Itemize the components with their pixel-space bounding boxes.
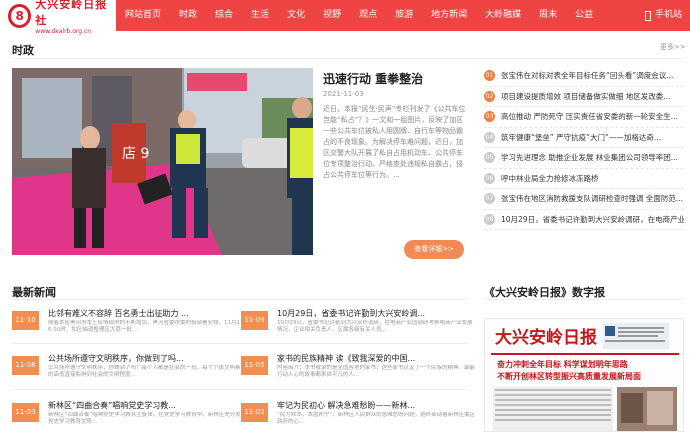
list-item-title: 筑牢健康“堡垒” 严守抗疫“大门”——加格达奇... [501,132,662,142]
date-badge: 11-08 [12,356,39,375]
feature-date: 2021-11-03 [323,90,364,98]
site-logo[interactable]: 8 大兴安岭日报社 www.dxalrb.org.cn [0,0,116,35]
date-badge: 11-02 [241,403,268,422]
list-item-title: 高位推动 严防死守 压实责任省安委的新一轮安全生... [501,112,678,122]
nav-item-life[interactable]: 生活 [242,0,278,31]
list-item[interactable]: 06 呼中林业局全力抢修冰冻路桥 [484,169,684,189]
phone-icon [644,10,651,21]
list-item[interactable]: 05 学习先进理念 助推企业发展 林业集团公司领导率团... [484,148,684,169]
paper-headline: 奋力冲刺全年目标 科学谋划明年思路 [496,359,629,369]
rank-badge: 08 [484,213,495,225]
news-summary: 内容简介：本书收录的是全国各地的家书，这些家书见证了一个民族的精神。最能打动人心… [277,365,476,378]
section-title-latest: 最新新闻 [12,286,56,299]
section-divider [12,299,468,300]
news-title: 10月29日，省委书记许勤到大兴安岭调... [277,309,425,318]
mobile-site-label: 手机站 [654,10,682,20]
news-row[interactable]: 11-08 公共场所遵守文明秩序，你做到了吗... 公共场所遵守文明秩序，你做到… [12,353,268,383]
logo-emblem-icon: 8 [8,3,32,28]
row-divider [12,389,468,390]
nav-item-vision[interactable]: 视野 [314,0,350,31]
digital-paper-thumbnail[interactable]: 大兴安岭日报 奋力冲刺全年目标 科学谋划明年思路 不断开创林区转型振兴高质量发展… [484,318,684,432]
feature-title[interactable]: 迅速行动 重拳整治 [323,70,423,87]
date-badge: 11-03 [12,403,39,422]
news-summary: “民为邦本，本固邦宁”。新林区人民群众的急难愁盼问题，始终牵动着新林区委区政府的… [277,412,476,425]
date-badge: 11-10 [12,311,39,330]
news-title: 牢记为民初心 解决急难愁盼——新林... [277,401,416,410]
rank-badge: 02 [484,90,495,102]
news-row[interactable]: 11-02 牢记为民初心 解决急难愁盼——新林... “民为邦本，本固邦宁”。新… [241,400,497,430]
mobile-site-link[interactable]: 手机站 [644,0,682,31]
politics-news-list: 01 张宝伟在对标对表全年目标任务“回头看”调度会议... 02 项目建设提质增… [484,66,684,230]
feature-description: 近日，本报“民生·民声”专栏刊发了《公共车位岂能“私占”？》一文和一组图片，反映… [323,105,466,178]
list-item[interactable]: 08 10月29日，省委书记许勤到大兴安岭调研，在电商产业... [484,210,684,230]
rank-badge: 01 [484,70,495,82]
list-item-title: 学习先进理念 助推企业发展 林业集团公司领导率团... [501,153,678,163]
top-navbar: 8 大兴安岭日报社 www.dxalrb.org.cn 网站首页 时政 综合 生… [0,0,690,35]
section-title-politics: 时政 [12,44,34,57]
news-row[interactable]: 11-03 新林区“四曲合奏”唱响党史学习教... 新林区“四曲合奏”唱响党史学… [12,400,268,430]
feature-photo: 店 9 [12,68,313,255]
rank-badge: 04 [484,131,495,143]
news-title: 公共场所遵守文明秩序，你做到了吗... [48,354,184,363]
list-item-title: 项目建设提质增效 项目储备做实做细 地区发改委... [501,91,671,101]
list-item[interactable]: 04 筑牢健康“堡垒” 严守抗疫“大门”——加格达奇... [484,128,684,148]
nav-item-charity[interactable]: 公益 [566,0,602,31]
view-detail-button[interactable]: 查看详细>> [404,240,464,259]
paper-masthead: 大兴安岭日报 [495,327,597,348]
rank-badge: 03 [484,111,495,123]
news-title: 新林区“四曲合奏”唱响党史学习教... [48,401,176,410]
nav-item-local[interactable]: 地方新闻 [422,0,476,31]
rank-badge: 05 [484,152,495,164]
list-item-title: 10月29日，省委书记许勤到大兴安岭调研，在电商产业... [501,214,684,224]
nav-item-weekend[interactable]: 周末 [530,0,566,31]
list-item[interactable]: 02 项目建设提质增效 项目储备做实做细 地区发改委... [484,87,684,107]
list-item[interactable]: 01 张宝伟在对标对表全年目标任务“回头看”调度会议... [484,66,684,87]
news-row[interactable]: 11-05 家书的民族精神 读《致我深爱的中国... 内容简介：本书收录的是全国… [241,353,497,383]
section-divider [484,299,684,300]
list-item[interactable]: 03 高位推动 严防死守 压实责任省安委的新一轮安全生... [484,107,684,128]
news-title: 比邻有难义不容辞 百名勇士出征助力 ... [48,309,189,318]
date-badge: 11-05 [241,356,268,375]
main-nav: 网站首页 时政 综合 生活 文化 视野 观点 旅游 地方新闻 大岭融媒 周末 公… [116,0,602,31]
news-summary: 公共场所遵守文明秩序，你做到了吗？每个人都是社会的一员，每个个体文明素质的高低直… [48,365,247,378]
nav-item-media[interactable]: 大岭融媒 [476,0,530,31]
nav-item-travel[interactable]: 旅游 [386,0,422,31]
news-summary: 新林区“四曲合奏”唱响党史学习教育主旋律。在党史学习教育中，新林区充分发挥党史学… [48,412,247,425]
news-row[interactable]: 11-10 比邻有难义不容辞 百名勇士出征助力 ... 随着本轮黑河市本土疫情病… [12,308,268,338]
list-item-title: 呼中林业局全力抢修冰冻路桥 [501,173,599,183]
row-divider [12,343,468,344]
shop-sign-text: 店 9 [122,146,149,162]
more-link[interactable]: 更多>> [660,42,686,52]
section-divider [12,58,684,59]
logo-title: 大兴安岭日报社 [35,0,108,27]
section-title-digital: 《大兴安岭日报》数字报 [484,286,605,299]
newspaper-page: 大兴安岭日报 奋力冲刺全年目标 科学谋划明年思路 不断开创林区转型振兴高质量发展… [485,319,683,431]
list-item[interactable]: 07 张宝伟在地区消防救援支队调研检查时强调 全面防范... [484,189,684,210]
paper-subline: 不断开创林区转型振兴高质量发展新局面 [497,371,641,381]
nav-item-home[interactable]: 网站首页 [116,0,170,31]
rank-badge: 06 [484,172,495,184]
list-item-title: 张宝伟在对标对表全年目标任务“回头看”调度会议... [501,71,674,81]
news-summary: 随着本轮黑河市本土疫情病例的不断增加，黑河省委市委积极部署安排，11月1日6:3… [48,320,246,333]
nav-item-general[interactable]: 综合 [206,0,242,31]
news-summary: 10月29日，省委书记许勤到大兴安岭调研，在电商产业园调研考察电商产业发展情况，… [277,320,473,333]
rank-badge: 07 [484,193,495,205]
nav-item-culture[interactable]: 文化 [278,0,314,31]
date-badge: 11-09 [241,311,268,330]
news-title: 家书的民族精神 读《致我深爱的中国... [277,354,416,363]
news-row[interactable]: 11-09 10月29日，省委书记许勤到大兴安岭调... 10月29日，省委书记… [241,308,497,338]
logo-url: www.dxalrb.org.cn [35,28,92,35]
nav-item-opinion[interactable]: 观点 [350,0,386,31]
nav-item-politics[interactable]: 时政 [170,0,206,31]
feature-image[interactable]: 店 9 [12,68,313,255]
list-item-title: 张宝伟在地区消防救援支队调研检查时强调 全面防范... [501,194,684,204]
